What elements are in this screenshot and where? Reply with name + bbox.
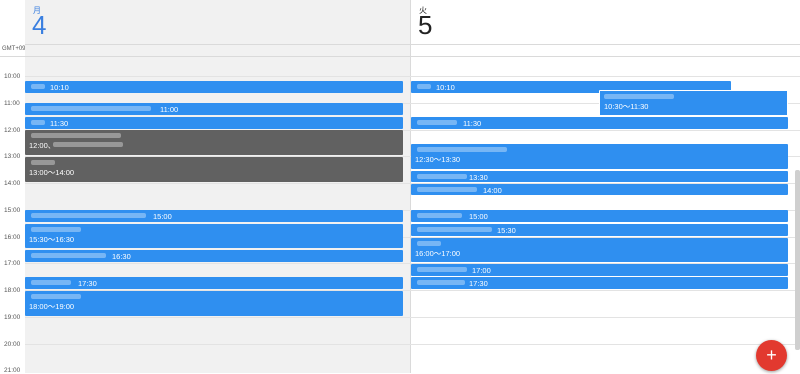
hour-label: 16:00 — [4, 234, 21, 241]
event-time: 17:00 — [472, 266, 491, 275]
hour-label: 14:00 — [4, 180, 21, 187]
calendar-event[interactable]: 13:30 — [411, 171, 788, 182]
calendar-event[interactable]: 16:00～17:00 — [411, 238, 788, 262]
event-time: 10:10 — [436, 83, 455, 92]
event-time: 12:00、 — [29, 141, 56, 150]
plus-icon: + — [766, 345, 777, 365]
event-time: 13:00～14:00 — [29, 168, 75, 177]
event-time: 17:30 — [78, 279, 97, 288]
calendar-event[interactable]: 15:30～16:30 — [25, 224, 403, 248]
calendar-event[interactable]: 13:00～14:00 — [25, 157, 403, 182]
hour-label: 10:00 — [4, 73, 21, 80]
hour-label: 17:00 — [4, 260, 21, 267]
event-time: 10:10 — [50, 83, 69, 92]
hour-label: 20:00 — [4, 341, 21, 348]
event-time: 11:30 — [463, 119, 482, 128]
event-time: 15:00 — [153, 212, 172, 221]
calendar-event[interactable]: 17:00 — [411, 264, 788, 276]
calendar-event[interactable]: 11:00 — [25, 103, 403, 115]
event-time: 18:00～19:00 — [29, 302, 75, 311]
event-time: 13:30 — [469, 173, 488, 182]
event-time: 15:00 — [469, 212, 488, 221]
day-header-monday[interactable]: 月 4 — [25, 0, 410, 45]
hour-label: 19:00 — [4, 314, 21, 321]
date-number[interactable]: 4 — [32, 10, 46, 40]
hour-label: 11:00 — [4, 100, 20, 107]
calendar-event[interactable]: 17:30 — [411, 277, 788, 289]
event-time: 10:30～11:30 — [604, 102, 649, 111]
event-time: 17:30 — [469, 279, 488, 288]
event-time: 11:30 — [50, 119, 69, 128]
calendar-event[interactable]: 12:00、 — [25, 130, 403, 155]
event-time: 16:00～17:00 — [415, 249, 461, 258]
calendar-event[interactable]: 15:00 — [25, 210, 403, 222]
create-event-button[interactable]: + — [756, 340, 787, 371]
hour-label: 12:00 — [4, 127, 21, 134]
calendar-event[interactable]: 12:30～13:30 — [411, 144, 788, 169]
hour-gridline — [25, 317, 800, 318]
hour-label: 13:00 — [4, 153, 21, 160]
calendar-event[interactable]: 10:30～11:30 — [599, 90, 788, 116]
calendar-event[interactable]: 10:10 — [25, 81, 403, 93]
day-header-tuesday[interactable]: 火 5 — [411, 0, 800, 45]
hour-label: 18:00 — [4, 287, 21, 294]
event-time: 16:30 — [112, 252, 131, 261]
all-day-divider — [0, 56, 800, 57]
hour-gridline — [25, 344, 800, 345]
calendar-event[interactable]: 15:30 — [411, 224, 788, 236]
event-time: 15:30 — [497, 226, 516, 235]
event-time: 11:00 — [160, 105, 179, 114]
event-time: 15:30～16:30 — [29, 235, 75, 244]
hour-gridline — [25, 76, 800, 77]
date-number[interactable]: 5 — [418, 10, 432, 40]
calendar-event[interactable]: 16:30 — [25, 250, 403, 262]
calendar-event[interactable]: 15:00 — [411, 210, 788, 222]
event-time: 12:30～13:30 — [415, 155, 461, 164]
calendar-event[interactable]: 18:00～19:00 — [25, 291, 403, 316]
scrollbar[interactable] — [795, 170, 800, 350]
hour-label: 15:00 — [4, 207, 21, 214]
calendar-event[interactable]: 14:00 — [411, 184, 788, 195]
event-time: 14:00 — [483, 186, 502, 195]
calendar-event[interactable]: 17:30 — [25, 277, 403, 289]
timezone-label: GMT+09 — [2, 46, 26, 52]
calendar-event[interactable]: 11:30 — [25, 117, 403, 129]
calendar-event[interactable]: 11:30 — [411, 117, 788, 129]
